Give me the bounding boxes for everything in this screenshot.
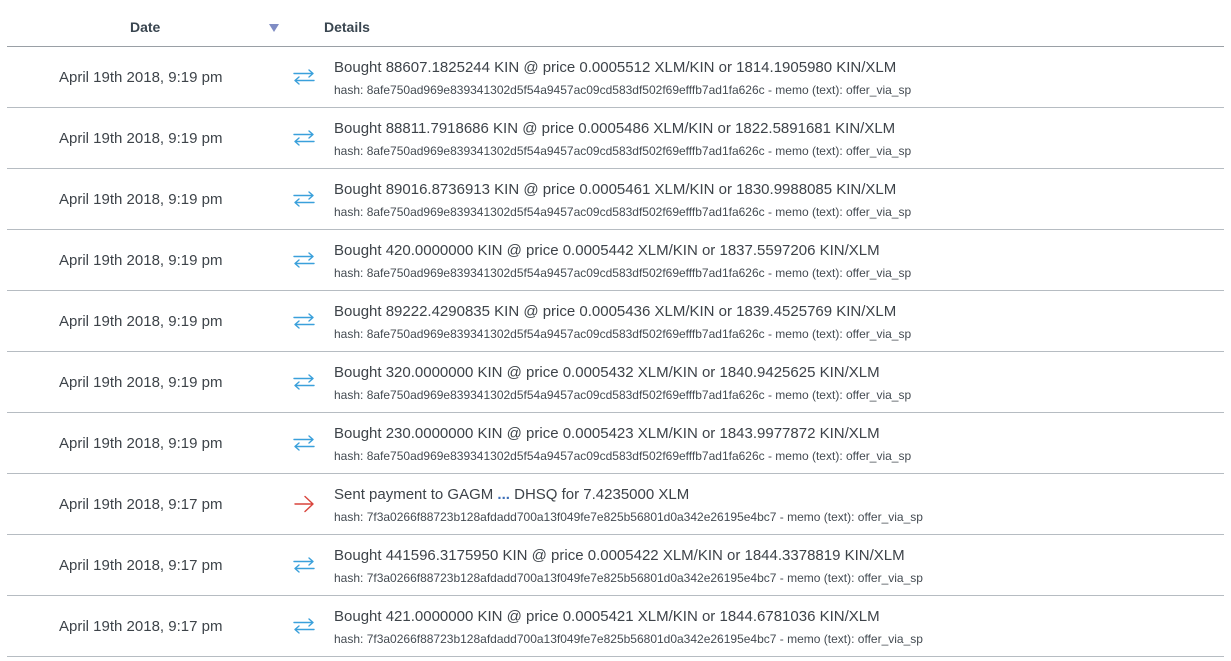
row-summary: Bought 88607.1825244 KIN @ price 0.00055… — [334, 59, 897, 76]
swap-arrows-icon — [292, 372, 316, 392]
swap-arrows-icon — [292, 250, 316, 270]
table-row: April 19th 2018, 9:19 pm Bought 88607.18… — [7, 47, 1224, 108]
row-date: April 19th 2018, 9:19 pm — [59, 130, 223, 147]
swap-arrows-icon — [292, 555, 316, 575]
row-summary: Bought 441596.3175950 KIN @ price 0.0005… — [334, 547, 905, 564]
row-date: April 19th 2018, 9:17 pm — [59, 557, 223, 574]
table-row: April 19th 2018, 9:17 pm Bought 421.0000… — [7, 596, 1224, 657]
payment-suffix: for 7.4235000 XLM — [557, 486, 690, 503]
swap-arrows-icon — [292, 433, 316, 453]
row-hash-memo: hash: 7f3a0266f88723b128afdadd700a13f049… — [334, 571, 923, 585]
swap-arrows-icon — [292, 311, 316, 331]
row-hash-memo: hash: 8afe750ad969e839341302d5f54a9457ac… — [334, 205, 912, 219]
row-hash-memo: hash: 7f3a0266f88723b128afdadd700a13f049… — [334, 510, 923, 524]
row-summary: Bought 89222.4290835 KIN @ price 0.00054… — [334, 303, 897, 320]
row-hash-memo: hash: 8afe750ad969e839341302d5f54a9457ac… — [334, 83, 912, 97]
table-row: April 19th 2018, 9:19 pm Bought 89016.87… — [7, 169, 1224, 230]
swap-arrows-icon — [292, 67, 316, 87]
transactions-table: Date Details April 19th 2018, 9:19 pm Bo… — [7, 0, 1224, 657]
row-hash-memo: hash: 8afe750ad969e839341302d5f54a9457ac… — [334, 388, 912, 402]
row-date: April 19th 2018, 9:19 pm — [59, 191, 223, 208]
row-date: April 19th 2018, 9:17 pm — [59, 618, 223, 635]
details-column-header: Details — [324, 19, 370, 35]
account-link-end[interactable]: DHSQ — [514, 486, 557, 503]
row-summary: Sent payment to GAGM ... DHSQ for 7.4235… — [334, 486, 689, 503]
row-hash-memo: hash: 8afe750ad969e839341302d5f54a9457ac… — [334, 144, 912, 158]
swap-arrows-icon — [292, 128, 316, 148]
table-row: April 19th 2018, 9:19 pm Bought 89222.42… — [7, 291, 1224, 352]
table-row: April 19th 2018, 9:19 pm Bought 230.0000… — [7, 413, 1224, 474]
account-expand-dots[interactable]: ... — [497, 486, 510, 503]
row-summary: Bought 320.0000000 KIN @ price 0.0005432… — [334, 364, 880, 381]
date-column-header[interactable]: Date — [130, 19, 160, 35]
table-row: April 19th 2018, 9:19 pm Bought 420.0000… — [7, 230, 1224, 291]
row-date: April 19th 2018, 9:17 pm — [59, 496, 223, 513]
sort-descending-icon[interactable] — [269, 24, 279, 32]
payment-prefix: Sent payment to — [334, 486, 448, 503]
row-date: April 19th 2018, 9:19 pm — [59, 69, 223, 86]
row-date: April 19th 2018, 9:19 pm — [59, 374, 223, 391]
row-summary: Bought 421.0000000 KIN @ price 0.0005421… — [334, 608, 880, 625]
row-summary: Bought 230.0000000 KIN @ price 0.0005423… — [334, 425, 880, 442]
table-row: April 19th 2018, 9:19 pm Bought 88811.79… — [7, 108, 1224, 169]
row-summary: Bought 89016.8736913 KIN @ price 0.00054… — [334, 181, 897, 198]
row-date: April 19th 2018, 9:19 pm — [59, 435, 223, 452]
row-hash-memo: hash: 8afe750ad969e839341302d5f54a9457ac… — [334, 327, 912, 341]
table-row: April 19th 2018, 9:17 pm Sent payment to… — [7, 474, 1224, 535]
account-link-start[interactable]: GAGM — [447, 486, 493, 503]
sent-arrow-icon — [292, 494, 316, 514]
table-row: April 19th 2018, 9:17 pm Bought 441596.3… — [7, 535, 1224, 596]
swap-arrows-icon — [292, 616, 316, 636]
row-date: April 19th 2018, 9:19 pm — [59, 252, 223, 269]
row-summary: Bought 420.0000000 KIN @ price 0.0005442… — [334, 242, 880, 259]
table-row: April 19th 2018, 9:19 pm Bought 320.0000… — [7, 352, 1224, 413]
row-date: April 19th 2018, 9:19 pm — [59, 313, 223, 330]
row-hash-memo: hash: 7f3a0266f88723b128afdadd700a13f049… — [334, 632, 923, 646]
row-summary: Bought 88811.7918686 KIN @ price 0.00054… — [334, 120, 896, 137]
row-hash-memo: hash: 8afe750ad969e839341302d5f54a9457ac… — [334, 449, 912, 463]
row-hash-memo: hash: 8afe750ad969e839341302d5f54a9457ac… — [334, 266, 912, 280]
table-header: Date Details — [7, 0, 1224, 47]
swap-arrows-icon — [292, 189, 316, 209]
